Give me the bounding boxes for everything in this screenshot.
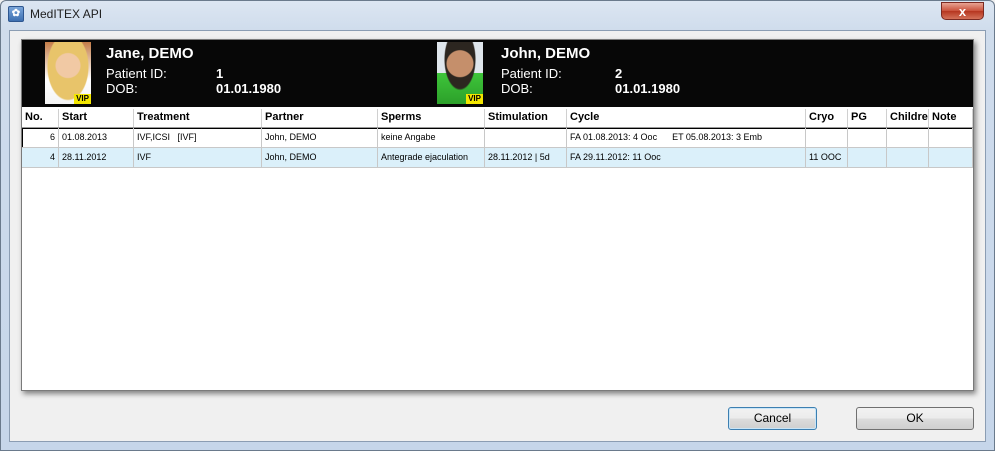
title-bar[interactable]: ✿ MedITEX API x [1,1,994,27]
patient-card-male: VIP John, DEMO Patient ID: 2 DOB: 01.01.… [422,40,822,107]
cell-no: 4 [22,148,59,168]
cell-treatment: IVF [134,148,262,168]
cell-cycle: FA 29.11.2012: 11 Ooc [567,148,806,168]
column-header-sperms[interactable]: Sperms [378,109,485,127]
treatment-panel: VIP Jane, DEMO Patient ID: 1 DOB: 01.01.… [21,39,974,391]
table-row[interactable]: 4 28.11.2012 IVF John, DEMO Antegrade ej… [22,148,973,168]
column-header-partner[interactable]: Partner [262,109,378,127]
dob-value: 01.01.1980 [615,81,681,96]
patient-id-value: 1 [216,66,224,81]
table-row[interactable]: 6 01.08.2013 IVF,ICSI [IVF] John, DEMO k… [22,128,973,148]
cell-stimulation [485,128,567,148]
dialog-body: VIP Jane, DEMO Patient ID: 1 DOB: 01.01.… [9,30,986,442]
cell-note [929,128,973,148]
cell-start: 28.11.2012 [59,148,134,168]
column-header-cryo[interactable]: Cryo [806,109,848,127]
vip-badge: VIP [74,94,91,104]
column-header-stimulation[interactable]: Stimulation [485,109,567,127]
cell-start: 01.08.2013 [59,128,134,148]
cell-cryo: 11 OOC [806,148,848,168]
cell-sperms: Antegrade ejaculation [378,148,485,168]
cell-pg [848,128,887,148]
cell-partner: John, DEMO [262,128,378,148]
patient-name: Jane, DEMO [106,45,194,62]
meditex-app-icon: ✿ [8,6,24,22]
column-header-pg[interactable]: PG [848,109,887,127]
cell-note [929,148,973,168]
cell-sperms: keine Angabe [378,128,485,148]
treatment-table: No. Start Treatment Partner Sperms Stimu… [22,109,973,168]
female-patient-photo: VIP [45,42,91,104]
patient-header: VIP Jane, DEMO Patient ID: 1 DOB: 01.01.… [22,40,973,107]
cell-cryo [806,128,848,148]
cell-stimulation: 28.11.2012 | 5d [485,148,567,168]
cell-pg [848,148,887,168]
column-header-treatment[interactable]: Treatment [134,109,262,127]
ok-button[interactable]: OK [856,407,974,430]
cell-children [887,148,929,168]
patient-id-value: 2 [615,66,623,81]
dob-label: DOB: [106,81,138,96]
cell-treatment: IVF,ICSI [IVF] [134,128,262,148]
male-patient-photo: VIP [437,42,483,104]
column-header-cycle[interactable]: Cycle [567,109,806,127]
dialog-window: ✿ MedITEX API x VIP Jane, DEMO Patient I… [0,0,995,451]
cell-no: 6 [22,128,59,148]
column-header-start[interactable]: Start [59,109,134,127]
patient-id-label: Patient ID: [106,66,167,81]
table-header: No. Start Treatment Partner Sperms Stimu… [22,109,973,128]
window-title: MedITEX API [30,7,103,21]
cancel-button[interactable]: Cancel [728,407,817,430]
patient-id-label: Patient ID: [501,66,562,81]
close-button[interactable]: x [941,2,984,20]
dob-value: 01.01.1980 [216,81,282,96]
cell-cycle: FA 01.08.2013: 4 Ooc ET 05.08.2013: 3 Em… [567,128,806,148]
column-header-no[interactable]: No. [22,109,59,127]
cell-children [887,128,929,148]
column-header-children[interactable]: Children [887,109,929,127]
patient-name: John, DEMO [501,45,591,62]
column-header-note[interactable]: Note [929,109,973,127]
patient-card-female: VIP Jane, DEMO Patient ID: 1 DOB: 01.01.… [22,40,422,107]
dob-label: DOB: [501,81,533,96]
vip-badge: VIP [466,94,483,104]
cell-partner: John, DEMO [262,148,378,168]
